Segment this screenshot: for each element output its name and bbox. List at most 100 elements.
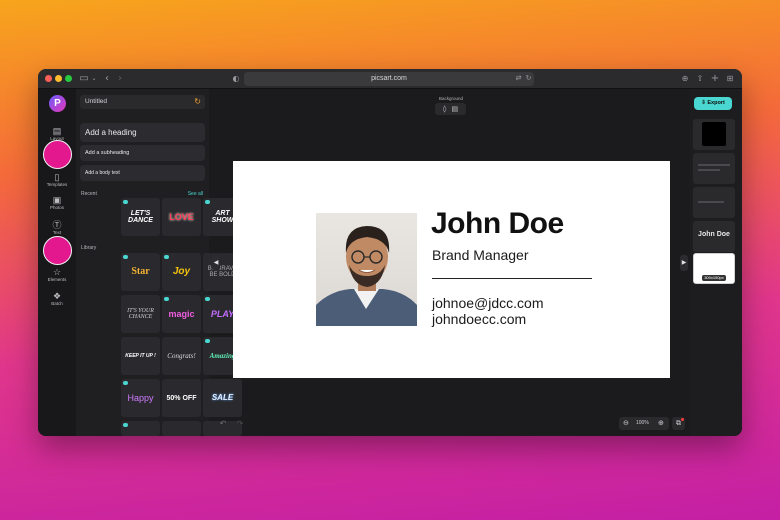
privacy-shield-icon[interactable]: ◐: [231, 72, 241, 85]
layout-icon: ▤: [52, 126, 62, 136]
tile-label: Congrats!: [167, 351, 196, 360]
tile-label: LET'S DANCE: [128, 210, 153, 224]
rail-item-elements[interactable]: ☆ Elements: [38, 267, 76, 283]
batch-icon: ❖: [52, 291, 62, 301]
sidebar-toggle-icon[interactable]: ▭: [78, 72, 90, 85]
zoom-level[interactable]: 100%: [636, 417, 649, 430]
tab-overview-icon[interactable]: ⊞: [725, 72, 735, 85]
recent-label: Recent: [81, 191, 97, 197]
text-style-tile[interactable]: IT'S YOUR CHANCE: [121, 295, 160, 333]
text-style-tile[interactable]: Star: [121, 253, 160, 291]
highlight-marker: [43, 236, 72, 265]
url-text: picsart.com: [371, 75, 407, 82]
zoom-in-icon[interactable]: ⊕: [658, 417, 664, 430]
layer-thumbnail[interactable]: [693, 153, 735, 184]
address-bar[interactable]: picsart.com: [244, 72, 534, 86]
rail-item-label: Photos: [49, 205, 64, 210]
card-website[interactable]: johndoecc.com: [432, 311, 526, 327]
zoom-out-icon[interactable]: ⊖: [623, 417, 629, 430]
chevron-down-icon[interactable]: ⌄: [90, 72, 98, 85]
background-label: Background: [438, 96, 464, 101]
add-subheading-button[interactable]: Add a subheading: [80, 145, 205, 161]
premium-badge: [123, 381, 128, 385]
text-style-tile[interactable]: [162, 421, 201, 436]
thumbnail-text-line: [698, 169, 720, 171]
maximize-window-button[interactable]: [65, 75, 72, 82]
business-card-canvas[interactable]: John Doe Brand Manager johnoe@jdcc.com j…: [233, 161, 670, 378]
text-style-tile[interactable]: LET'S DANCE: [121, 198, 160, 236]
collapse-left-panel-button[interactable]: ◀: [212, 255, 220, 271]
card-name[interactable]: John Doe: [431, 207, 564, 241]
thumbnail-text-line: [698, 164, 730, 166]
back-arrow-icon[interactable]: ‹: [102, 72, 112, 85]
tile-label: Star: [131, 266, 150, 277]
browser-window: ▭ ⌄ ‹ › ◐ picsart.com ⇄ ↻ ⊕ ⇧ + ⊞ P ▤ La…: [38, 69, 742, 436]
text-style-tile[interactable]: 50% OFF: [162, 379, 201, 417]
collapse-right-panel-button[interactable]: ▶: [680, 255, 688, 271]
text-style-tile[interactable]: KEEP IT UP !: [121, 337, 160, 375]
translate-icon[interactable]: ⇄: [514, 72, 523, 85]
color-drop-icon[interactable]: ◊: [443, 105, 446, 113]
premium-badge: [205, 339, 210, 343]
add-heading-button[interactable]: Add a heading: [80, 123, 205, 142]
text-style-tile[interactable]: Congrats!: [162, 337, 201, 375]
premium-badge: [205, 297, 210, 301]
sync-icon[interactable]: ↻: [194, 95, 201, 109]
export-button[interactable]: ⇩ Export: [694, 97, 732, 110]
profile-photo[interactable]: [316, 213, 417, 326]
add-body-text-button[interactable]: Add a body text: [80, 165, 205, 181]
layer-thumbnail[interactable]: [693, 119, 735, 150]
rail-item-label: Templates: [46, 182, 68, 187]
document-title-field[interactable]: Untitled ↻: [80, 95, 205, 109]
reload-icon[interactable]: ↻: [524, 72, 533, 85]
forward-arrow-icon[interactable]: ›: [115, 72, 125, 85]
card-divider: [432, 278, 592, 279]
text-style-tile[interactable]: LOVE: [162, 198, 201, 236]
background-image-icon[interactable]: ▤: [452, 105, 459, 113]
text-style-tile[interactable]: Happy: [121, 379, 160, 417]
undo-icon[interactable]: ↶: [216, 418, 230, 430]
tile-label: SALE: [211, 393, 234, 402]
browser-toolbar: ▭ ⌄ ‹ › ◐ picsart.com ⇄ ↻ ⊕ ⇧ + ⊞: [38, 69, 742, 89]
share-icon[interactable]: ⇧: [695, 72, 705, 85]
rail-item-batch[interactable]: ❖ Batch: [38, 291, 76, 307]
tile-label: 50% OFF: [166, 394, 197, 402]
page-thumbnail[interactable]: 300x150px: [693, 253, 735, 284]
thumbnail-preview: [702, 122, 726, 146]
new-tab-icon[interactable]: +: [710, 72, 720, 85]
tile-label: IT'S YOUR CHANCE: [127, 308, 154, 320]
tile-label: KEEP IT UP !: [125, 352, 156, 359]
document-title: Untitled: [85, 98, 108, 105]
pages-button[interactable]: ⧉: [672, 417, 685, 430]
tile-label: magic: [168, 308, 195, 319]
highlight-marker: [43, 140, 72, 169]
rail-item-photos[interactable]: ▣ Photos: [38, 195, 76, 211]
templates-icon: ▯: [54, 172, 60, 182]
premium-badge: [123, 423, 128, 427]
page-size-label: 300x150px: [702, 275, 726, 281]
export-label: Export: [707, 100, 725, 106]
close-window-button[interactable]: [45, 75, 52, 82]
export-icon: ⇩: [701, 100, 706, 106]
rail-item-label: Batch: [51, 301, 63, 306]
downloads-icon[interactable]: ⊕: [680, 72, 690, 85]
tile-label: PLAY: [210, 308, 235, 319]
text-style-tile[interactable]: [121, 421, 160, 436]
minimize-window-button[interactable]: [55, 75, 62, 82]
background-control[interactable]: ◊ ▤: [435, 103, 466, 115]
card-email[interactable]: johnoe@jdcc.com: [432, 295, 544, 311]
see-all-link[interactable]: See all: [188, 191, 203, 197]
redo-icon[interactable]: ↷: [233, 418, 247, 430]
thumbnail-text: John Doe: [698, 231, 730, 238]
layer-thumbnail[interactable]: John Doe: [693, 221, 735, 252]
layer-thumbnail[interactable]: [693, 187, 735, 218]
card-role[interactable]: Brand Manager: [432, 247, 529, 263]
rail-item-text[interactable]: Ⓣ Text: [38, 220, 76, 236]
zoom-control: ⊖ 100% ⊕: [619, 417, 669, 430]
rail-item-templates[interactable]: ▯ Templates: [38, 172, 76, 188]
text-style-tile[interactable]: SALE: [203, 379, 242, 417]
picsart-logo[interactable]: P: [49, 95, 66, 112]
text-style-tile[interactable]: magic: [162, 295, 201, 333]
tile-label: Joy: [172, 266, 191, 277]
text-style-tile[interactable]: Joy: [162, 253, 201, 291]
